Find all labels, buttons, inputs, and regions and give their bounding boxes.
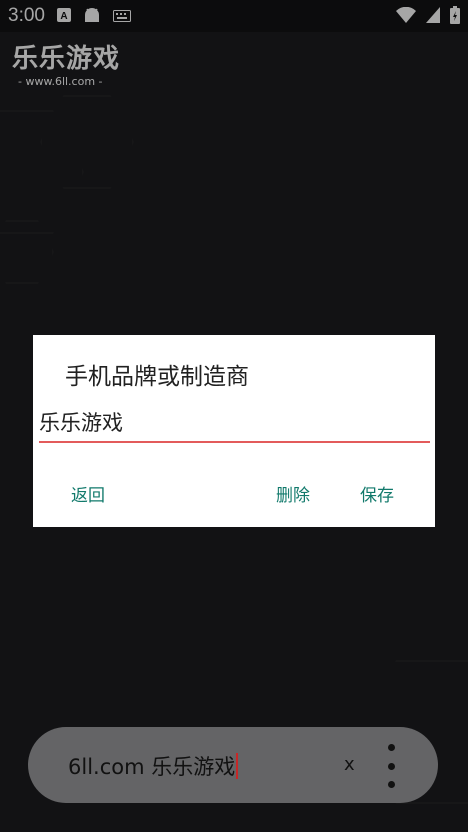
dot bbox=[387, 762, 395, 770]
edit-dialog: 手机品牌或制造商 乐乐游戏 返回 删除 保存 bbox=[33, 335, 435, 527]
dot bbox=[387, 781, 395, 788]
floating-search-bar[interactable]: 6ll.com 乐乐游戏 x bbox=[28, 727, 438, 803]
manufacturer-input-field[interactable]: 乐乐游戏 bbox=[39, 407, 430, 443]
save-button[interactable]: 保存 bbox=[360, 481, 394, 506]
back-button[interactable]: 返回 bbox=[71, 481, 105, 506]
manufacturer-input-value[interactable]: 乐乐游戏 bbox=[39, 407, 430, 437]
text-cursor bbox=[236, 753, 239, 779]
delete-button[interactable]: 删除 bbox=[276, 481, 310, 506]
close-button[interactable]: x bbox=[344, 754, 355, 775]
floating-bar-label: 6ll.com 乐乐游戏 bbox=[68, 755, 236, 779]
dot bbox=[387, 744, 395, 751]
floating-bar-text: 6ll.com 乐乐游戏 bbox=[68, 751, 239, 781]
more-options-icon[interactable] bbox=[387, 744, 395, 788]
dialog-title: 手机品牌或制造商 bbox=[65, 364, 249, 390]
